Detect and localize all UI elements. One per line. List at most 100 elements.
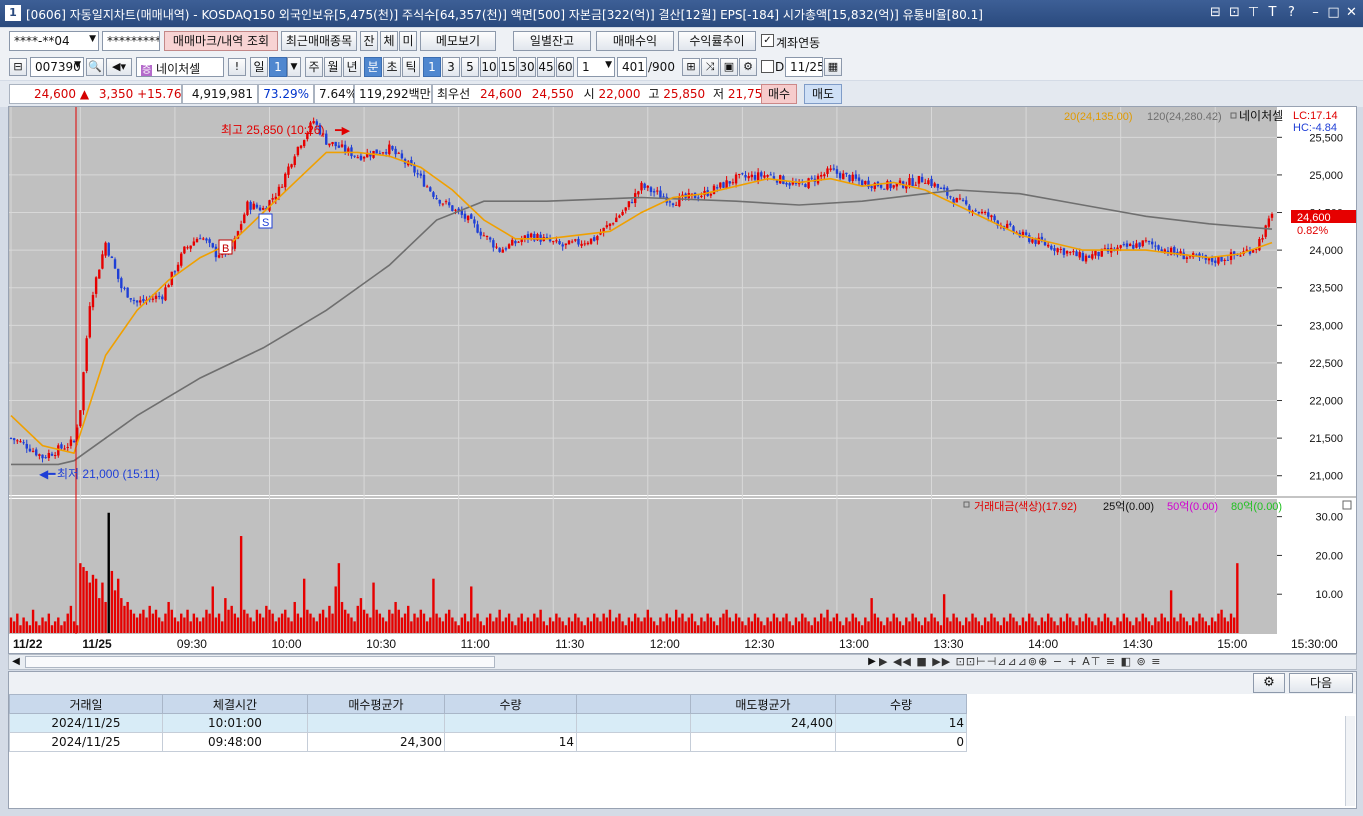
- chart-scrollbar[interactable]: ◀ ▶ ▶ ◀◀ ■ ▶▶ ⊡⊡⊢⊣⊿⊿⊿⊚⊕ − + A⊤ ≡ ◧ ⊚ ≡: [8, 654, 1357, 670]
- stock-name-field[interactable]: 증 네이처셀: [136, 57, 224, 77]
- volume-bar: [208, 613, 211, 633]
- volume-bar: [142, 609, 145, 633]
- account-select[interactable]: ****-**04 ▼: [9, 31, 99, 51]
- volume-bar: [1050, 617, 1053, 633]
- bar-count-input[interactable]: 401: [617, 57, 647, 77]
- interval-10[interactable]: 10: [480, 57, 498, 77]
- period-week-button[interactable]: 주: [305, 57, 323, 77]
- stock-code-input[interactable]: 007390 ▼: [30, 57, 84, 77]
- candle-body: [183, 246, 186, 254]
- col-exec-time[interactable]: 체결시간: [162, 694, 308, 714]
- col-trade-date[interactable]: 거래일: [9, 694, 163, 714]
- volume-bar: [243, 609, 246, 633]
- balance-toggle[interactable]: 잔: [360, 31, 378, 51]
- maximize-icon[interactable]: □: [1325, 5, 1342, 20]
- col-sell-qty[interactable]: 수량: [835, 694, 967, 714]
- interval-5[interactable]: 5: [461, 57, 479, 77]
- pin-icon[interactable]: ⊤: [1245, 5, 1262, 20]
- restore-layout-icon[interactable]: ⊡: [1226, 5, 1243, 20]
- interval-1[interactable]: 1: [423, 57, 441, 77]
- indicator-icon[interactable]: ⊞: [682, 58, 700, 76]
- search-icon[interactable]: 🔍: [86, 58, 104, 76]
- volume-bar: [173, 617, 177, 633]
- table-vertical-scrollbar[interactable]: [1345, 716, 1355, 806]
- volume-bar: [205, 609, 208, 633]
- interval-60[interactable]: 60: [556, 57, 574, 77]
- period-year-button[interactable]: 년: [343, 57, 361, 77]
- period-second-button[interactable]: 초: [383, 57, 401, 77]
- volume-bar: [485, 617, 489, 633]
- volume-bar: [794, 617, 798, 633]
- volume-bar: [246, 613, 249, 633]
- memo-view-button[interactable]: 메모보기: [420, 31, 496, 51]
- sound-icon[interactable]: ◀▾: [106, 58, 132, 76]
- volume-bar: [1163, 617, 1167, 633]
- gear-icon[interactable]: ⚙: [1253, 673, 1285, 693]
- chevron-down-icon[interactable]: ▼: [287, 57, 301, 77]
- buy-button[interactable]: 매수: [761, 84, 797, 104]
- scroll-left-icon[interactable]: ◀: [9, 655, 23, 669]
- executed-toggle[interactable]: 체: [380, 31, 398, 51]
- recent-trades-button[interactable]: 최근매매종목: [281, 31, 357, 51]
- close-icon[interactable]: ✕: [1343, 5, 1360, 20]
- return-trend-button[interactable]: 수익률추이: [678, 31, 756, 51]
- col-buy-qty[interactable]: 수량: [444, 694, 577, 714]
- col-sell-avg[interactable]: 매도평균가: [690, 694, 836, 714]
- scroll-right-icon[interactable]: ▶: [865, 655, 879, 669]
- date-checkbox[interactable]: [761, 60, 774, 73]
- volume-bar: [618, 613, 621, 633]
- volume-bar: [939, 625, 943, 633]
- calendar-icon[interactable]: ▦: [824, 58, 842, 76]
- unexecuted-toggle[interactable]: 미: [399, 31, 417, 51]
- candle-body: [668, 201, 672, 203]
- text-icon[interactable]: T: [1264, 5, 1281, 20]
- scroll-thumb[interactable]: [25, 656, 495, 668]
- period-day-button[interactable]: 일: [250, 57, 268, 77]
- volume-bar: [731, 621, 735, 633]
- compare-icon[interactable]: ⤨: [701, 58, 719, 76]
- candle-body: [239, 224, 243, 230]
- chart-panel[interactable]: 25,50025,00024,50024,00023,50023,00022,5…: [8, 106, 1357, 654]
- interval-30[interactable]: 30: [518, 57, 536, 77]
- interval-45[interactable]: 45: [537, 57, 555, 77]
- password-field[interactable]: *********: [102, 31, 160, 51]
- table-row[interactable]: 2024/11/25 10:01:00 24,400 14: [9, 713, 967, 733]
- period-day-num[interactable]: 1: [269, 57, 287, 77]
- volume-bar: [280, 613, 284, 633]
- volume-bar: [101, 582, 104, 633]
- layout-icon[interactable]: ⊟: [9, 58, 27, 76]
- chart-tool-icons[interactable]: ▶ ◀◀ ■ ▶▶ ⊡⊡⊢⊣⊿⊿⊿⊚⊕ − + A⊤ ≡ ◧ ⊚ ≡: [879, 655, 1161, 669]
- price-chart[interactable]: 25,50025,00024,50024,00023,50023,00022,5…: [9, 107, 1356, 653]
- interval-15[interactable]: 15: [499, 57, 517, 77]
- col-buy-avg[interactable]: 매수평균가: [307, 694, 445, 714]
- sell-button[interactable]: 매도: [804, 84, 842, 104]
- help-icon[interactable]: ?: [1283, 5, 1300, 20]
- trade-profit-button[interactable]: 매매수익: [596, 31, 674, 51]
- next-button[interactable]: 다음: [1289, 673, 1353, 693]
- trade-mark-query-button[interactable]: 매매마크/내역 조회: [164, 31, 278, 51]
- account-link-checkbox[interactable]: ✓: [761, 34, 774, 47]
- candle-body: [879, 184, 883, 188]
- date-input[interactable]: 11/25: [785, 57, 823, 77]
- minimize-icon[interactable]: –: [1307, 5, 1324, 20]
- save-icon[interactable]: ▣: [720, 58, 738, 76]
- volume-bar: [1141, 613, 1144, 633]
- custom-interval-select[interactable]: 1 ▼: [577, 57, 615, 77]
- col-blank[interactable]: [576, 694, 691, 714]
- close-panel-icon[interactable]: [1342, 500, 1352, 510]
- period-minute-button[interactable]: 분: [364, 57, 382, 77]
- period-tick-button[interactable]: 틱: [402, 57, 420, 77]
- candle-body: [98, 269, 101, 279]
- table-row[interactable]: 2024/11/25 09:48:00 24,300 14 0: [9, 732, 967, 752]
- candle-body: [82, 372, 85, 411]
- daily-balance-button[interactable]: 일별잔고: [513, 31, 591, 51]
- layout-icon[interactable]: ⊟: [1207, 5, 1224, 20]
- candle-body: [779, 175, 782, 184]
- alert-icon[interactable]: !: [228, 58, 246, 76]
- volume-bar: [539, 609, 542, 633]
- volume-bar: [1119, 621, 1122, 633]
- gear-icon[interactable]: ⚙: [739, 58, 757, 76]
- volume-bar: [1223, 617, 1226, 633]
- period-month-button[interactable]: 월: [324, 57, 342, 77]
- interval-3[interactable]: 3: [442, 57, 460, 77]
